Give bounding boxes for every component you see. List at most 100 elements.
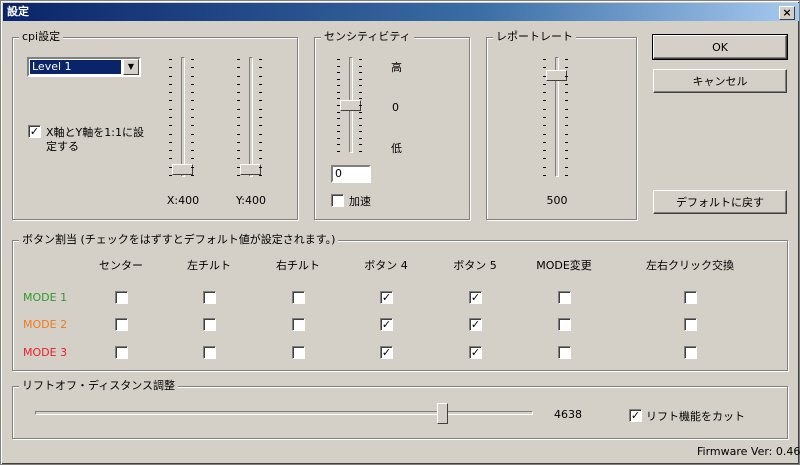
slider-tick	[337, 138, 340, 139]
assignment-checkbox[interactable]	[558, 291, 571, 304]
x-slider-thumb[interactable]	[172, 164, 193, 175]
report-rate-slider-thumb[interactable]	[546, 70, 567, 81]
check-mark-icon: ✓	[381, 291, 392, 304]
check-mark-icon: ✓	[630, 409, 641, 422]
assignment-checkbox[interactable]	[292, 346, 305, 359]
slider-tick	[259, 67, 262, 68]
slider-tick	[259, 134, 262, 135]
slider-tick	[169, 84, 172, 85]
sensitivity-ticks-right	[359, 59, 362, 152]
sensitivity-value-input[interactable]: 0	[331, 165, 371, 183]
slider-tick	[543, 117, 546, 118]
slider-tick	[237, 59, 240, 60]
slider-tick	[169, 100, 172, 101]
assignment-checkbox[interactable]	[203, 291, 216, 304]
slider-tick	[543, 59, 546, 60]
assignment-checkbox[interactable]	[558, 318, 571, 331]
level-select-value: Level 1	[30, 60, 121, 74]
assignment-checkbox[interactable]	[203, 346, 216, 359]
slider-tick	[191, 76, 194, 77]
assignment-checkbox[interactable]	[684, 291, 697, 304]
assignment-checkbox[interactable]	[115, 346, 128, 359]
assignment-column-header: ボタン 5	[453, 259, 497, 272]
close-icon: ×	[782, 6, 792, 19]
cancel-button-label: キャンセル	[692, 75, 748, 88]
ok-button[interactable]: OK	[652, 34, 788, 60]
close-button[interactable]: ×	[779, 6, 795, 20]
sensitivity-slider-thumb[interactable]	[340, 100, 361, 111]
assignment-checkbox[interactable]	[558, 346, 571, 359]
slider-tick	[191, 92, 194, 93]
slider-tick	[543, 125, 546, 126]
link-axes-label-line2: 定する	[46, 140, 79, 153]
slider-tick	[191, 100, 194, 101]
restore-defaults-button[interactable]: デフォルトに戻す	[653, 190, 787, 214]
y-slider-ticks	[237, 59, 240, 176]
assignment-checkbox[interactable]: ✓	[469, 318, 482, 331]
title-bar[interactable]: 設定 ×	[3, 3, 799, 21]
slider-tick	[337, 144, 340, 145]
liftoff-slider-track[interactable]	[35, 411, 533, 415]
link-axes-checkbox[interactable]: ✓	[28, 125, 41, 138]
slider-tick	[565, 59, 568, 60]
slider-tick	[543, 142, 546, 143]
slider-tick	[565, 117, 568, 118]
cancel-button[interactable]: キャンセル	[653, 69, 787, 93]
chevron-down-icon[interactable]: ▼	[123, 59, 139, 75]
slider-tick	[565, 142, 568, 143]
settings-window: 設定 × cpi設定 Level 1 ▼ ✓ X軸とY軸を1:1に設 定する X…	[0, 0, 800, 465]
assignment-checkbox[interactable]	[203, 318, 216, 331]
assignment-row-label: MODE 2	[23, 318, 68, 331]
accel-checkbox[interactable]	[331, 194, 344, 207]
assignment-checkbox[interactable]	[115, 318, 128, 331]
slider-tick	[191, 67, 194, 68]
slider-tick	[169, 150, 172, 151]
assignment-column-header: 左チルト	[187, 259, 231, 272]
slider-tick	[565, 175, 568, 176]
slider-tick	[191, 167, 194, 168]
level-select[interactable]: Level 1 ▼	[27, 57, 141, 77]
slider-tick	[237, 67, 240, 68]
slider-tick	[191, 125, 194, 126]
slider-tick	[543, 150, 546, 151]
slider-tick	[237, 84, 240, 85]
y-slider-track[interactable]	[249, 57, 253, 177]
assignment-checkbox[interactable]: ✓	[380, 346, 393, 359]
slider-tick	[169, 59, 172, 60]
check-mark-icon: ✓	[29, 125, 40, 138]
slider-tick	[359, 85, 362, 86]
slider-tick	[259, 109, 262, 110]
slider-tick	[191, 142, 194, 143]
assignment-checkbox[interactable]: ✓	[380, 318, 393, 331]
slider-tick	[359, 144, 362, 145]
slider-tick	[191, 158, 194, 159]
slider-tick	[169, 109, 172, 110]
y-slider-thumb[interactable]	[240, 164, 261, 175]
slider-tick	[337, 125, 340, 126]
assignment-checkbox[interactable]	[292, 291, 305, 304]
assignment-checkbox[interactable]	[115, 291, 128, 304]
slider-tick	[565, 125, 568, 126]
liftoff-group-title: リフトオフ・ディスタンス調整	[19, 379, 179, 393]
assignment-checkbox[interactable]	[684, 346, 697, 359]
assignment-checkbox[interactable]: ✓	[380, 291, 393, 304]
assignment-checkbox[interactable]: ✓	[469, 291, 482, 304]
slider-tick	[259, 84, 262, 85]
slider-tick	[359, 112, 362, 113]
slider-tick	[359, 66, 362, 67]
lift-cut-checkbox[interactable]: ✓	[629, 409, 642, 422]
liftoff-slider-thumb[interactable]	[437, 403, 448, 424]
assignment-checkbox[interactable]	[684, 318, 697, 331]
assignment-checkbox[interactable]	[292, 318, 305, 331]
slider-tick	[169, 92, 172, 93]
assignment-checkbox[interactable]: ✓	[469, 346, 482, 359]
slider-tick	[237, 100, 240, 101]
slider-tick	[337, 85, 340, 86]
x-slider-ticks	[169, 59, 172, 176]
slider-tick	[237, 134, 240, 135]
slider-tick	[237, 175, 240, 176]
slider-tick	[259, 125, 262, 126]
slider-tick	[337, 66, 340, 67]
slider-tick	[359, 72, 362, 73]
x-slider-track[interactable]	[181, 57, 185, 177]
